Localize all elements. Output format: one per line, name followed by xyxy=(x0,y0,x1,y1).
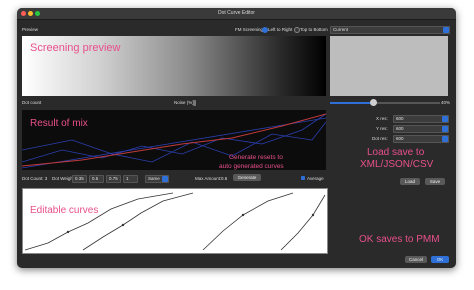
average-label: Average xyxy=(307,176,324,181)
generate-note-line1: Generate resets to xyxy=(229,154,283,161)
preview-label: Preview xyxy=(22,27,39,32)
y-res-value: 600 xyxy=(396,126,404,131)
dot-count-label: Dot count xyxy=(22,100,42,105)
editable-curves-chart[interactable] xyxy=(22,188,328,254)
weight-field-3[interactable]: 0.75 xyxy=(106,175,121,183)
screening-preview-annotation: Screening preview xyxy=(30,42,121,54)
mix-annotation: Result of mix xyxy=(30,118,88,129)
curve-control-point xyxy=(311,213,315,217)
max-amount-value: 0.6 xyxy=(221,176,228,181)
average-checkbox[interactable] xyxy=(301,176,305,180)
fm-screening-label: FM Screening xyxy=(235,27,264,32)
chevron-down-icon xyxy=(442,126,448,132)
dot-slider-fill xyxy=(330,102,373,104)
weight-value-1: 0.35 xyxy=(75,176,84,181)
generate-note-line2: auto generated curves xyxy=(219,163,284,170)
weight-value-4: 1 xyxy=(126,176,129,181)
preview-mode-dropdown[interactable]: Current xyxy=(330,26,450,34)
load-button[interactable]: Load xyxy=(400,178,420,185)
chevron-down-icon xyxy=(442,116,448,122)
weight-mode-value: Same xyxy=(148,176,160,181)
y-res-select[interactable]: 600 xyxy=(393,125,449,133)
editable-curves-annotation: Editable curves xyxy=(30,205,99,216)
radio-top-to-bottom-label: Top to Bottom xyxy=(300,27,328,32)
ok-button[interactable]: OK xyxy=(431,256,449,263)
radio-left-to-right-label: Left to Right xyxy=(268,27,293,32)
weight-value-2: 0.5 xyxy=(92,176,99,181)
weight-mode-select[interactable]: Same xyxy=(145,175,169,183)
weight-field-4[interactable]: 1 xyxy=(123,175,138,183)
x-res-label: X res: xyxy=(376,116,388,121)
editable-curve-1 xyxy=(24,192,174,251)
load-save-annotation-line2: XML/JSON/CSV xyxy=(360,159,434,170)
x-res-select[interactable]: 600 xyxy=(393,115,449,123)
noise-label: Noise (%) xyxy=(174,100,194,105)
preview-mode-value: Current xyxy=(333,27,349,32)
curve-control-point xyxy=(66,230,70,234)
weight-value-3: 0.75 xyxy=(109,176,118,181)
editable-curve-3 xyxy=(202,192,294,251)
curve-control-point xyxy=(121,223,125,227)
editable-curve-2 xyxy=(82,192,194,251)
chevron-down-icon xyxy=(442,136,448,142)
weight-field-2[interactable]: 0.5 xyxy=(89,175,104,183)
noise-slider-handle[interactable] xyxy=(193,100,196,106)
chevron-down-icon xyxy=(162,176,168,182)
dot-res-select[interactable]: 600 xyxy=(393,135,449,143)
curve-control-point xyxy=(241,213,245,217)
window-title: Dot Curve Editor xyxy=(218,10,255,16)
chevron-down-icon xyxy=(443,27,449,33)
max-amount-field[interactable]: 0.6 xyxy=(218,175,232,183)
weight-field-1[interactable]: 0.35 xyxy=(72,175,87,183)
ok-saves-annotation: OK saves to PMM xyxy=(359,234,440,245)
x-res-value: 600 xyxy=(396,116,404,121)
dot-slider-value: 40% xyxy=(441,100,451,105)
dot-slider-knob[interactable] xyxy=(370,99,377,106)
generate-button[interactable]: Generate xyxy=(233,174,261,181)
load-save-annotation-line1: Load save to xyxy=(367,147,425,158)
dot-preview xyxy=(330,36,448,96)
save-button[interactable]: Save xyxy=(425,178,445,185)
cancel-button[interactable]: Cancel xyxy=(405,256,427,263)
dot-count-value-label: Dot Count: 3 xyxy=(22,176,48,181)
dot-res-label: Dot res: xyxy=(372,136,388,141)
dot-res-value: 600 xyxy=(396,136,404,141)
title-bar: Dot Curve Editor xyxy=(17,8,456,20)
editable-curve-4 xyxy=(280,194,326,251)
dot-curve-editor-window: Dot Curve Editor Preview FM Screening Le… xyxy=(17,8,456,268)
y-res-label: Y res: xyxy=(376,126,388,131)
